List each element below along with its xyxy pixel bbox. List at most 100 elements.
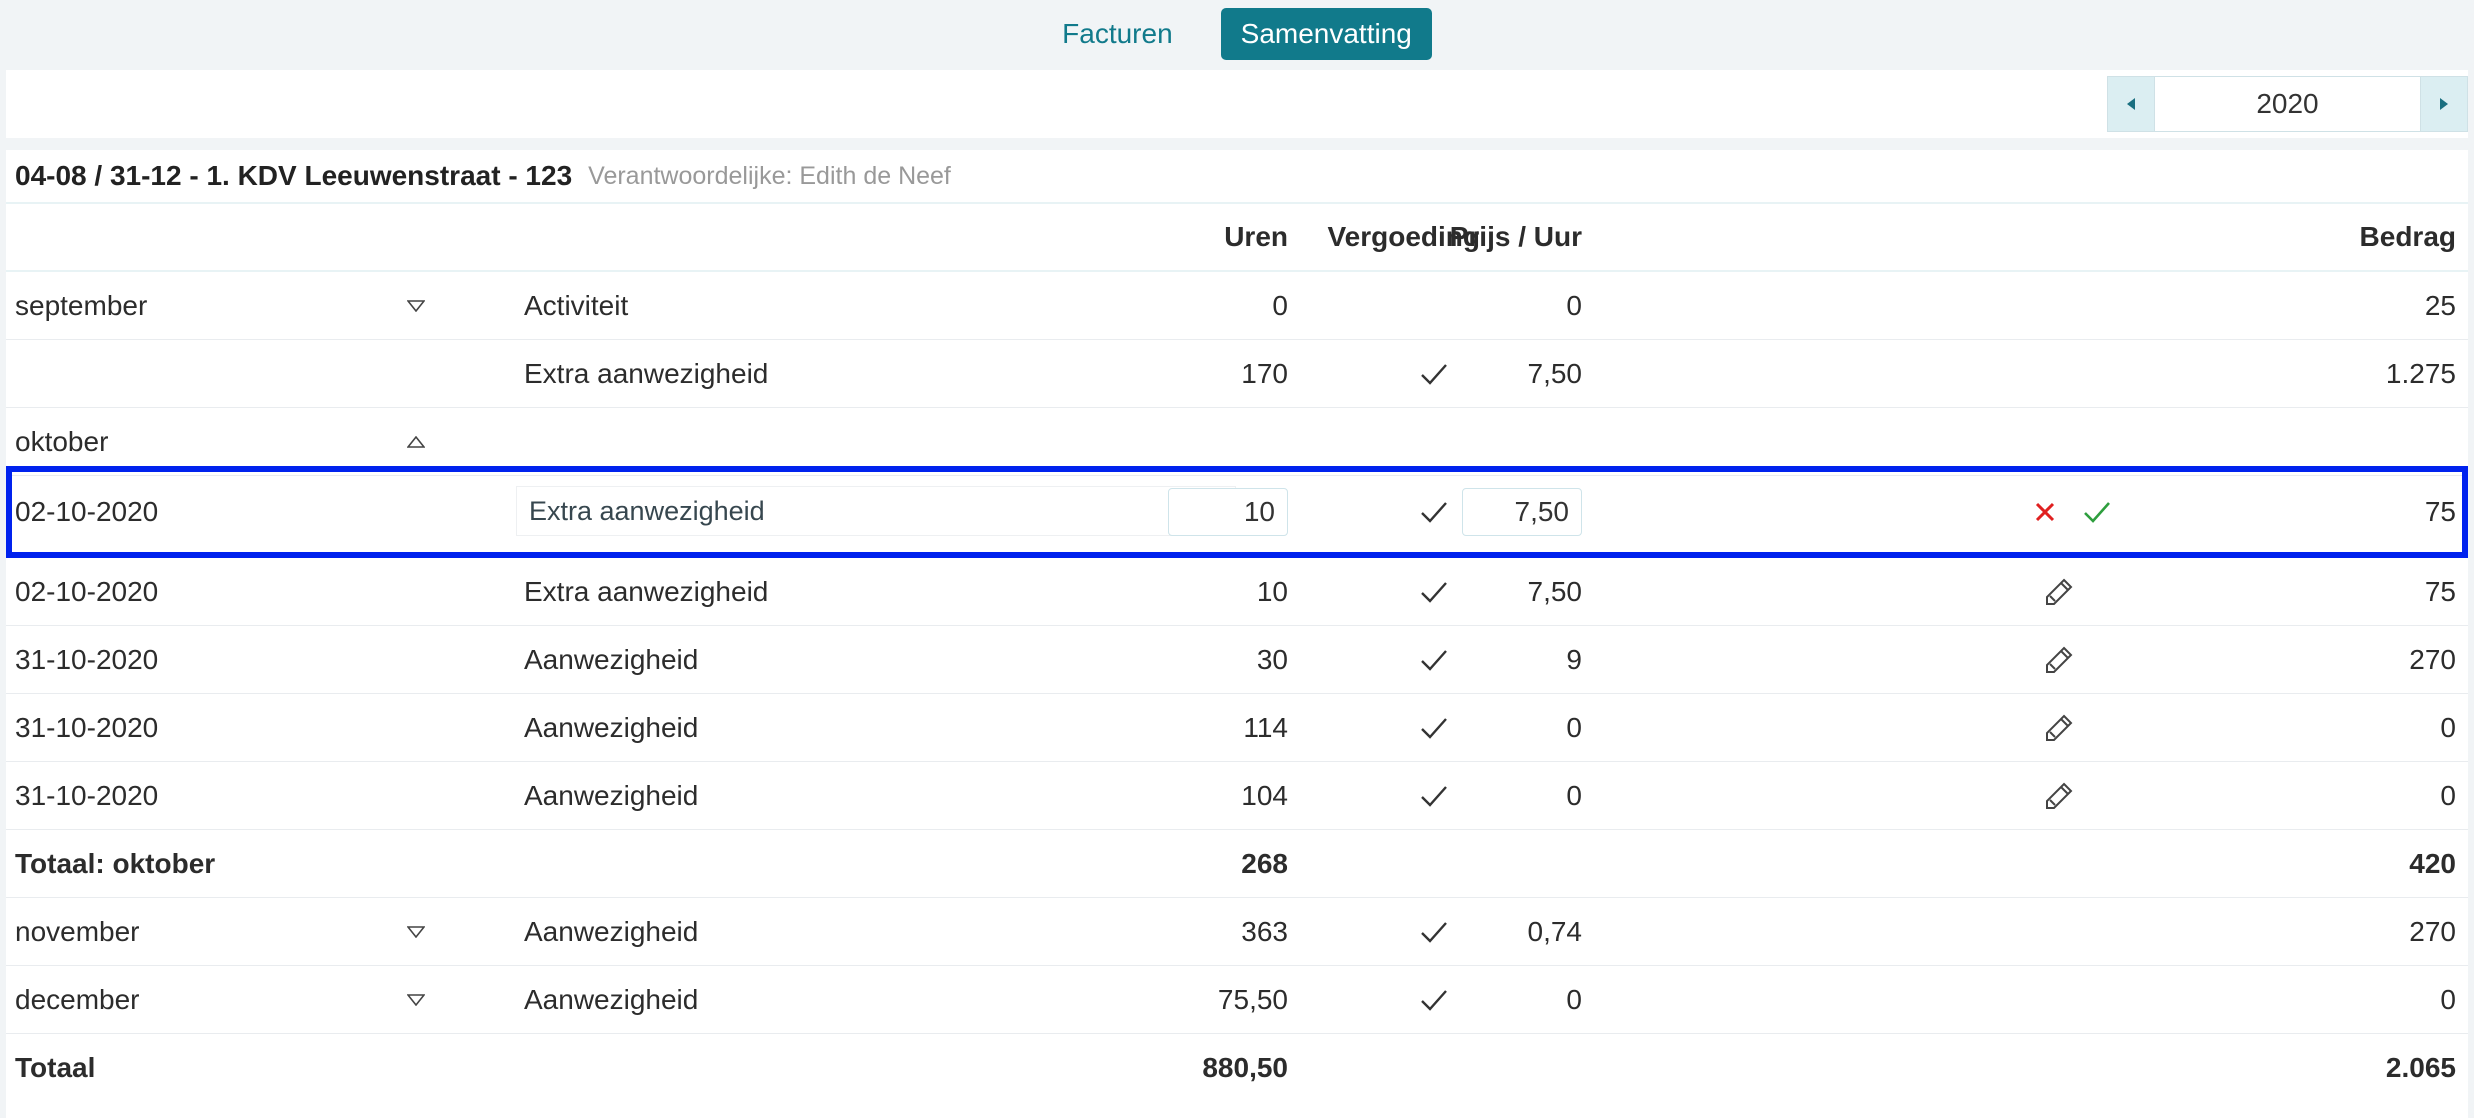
check-icon [1421,649,1447,671]
check-icon [1421,921,1447,943]
prijs-cell: 0 [1566,289,1582,321]
type-cell: Activiteit [524,289,629,321]
collapse-toggle[interactable] [396,408,436,475]
view-tabs: Facturen Samenvatting [0,0,2474,68]
check-icon [1421,581,1447,603]
type-select-value: Extra aanwezigheid [529,495,765,526]
cancel-button[interactable] [2034,501,2056,523]
chevron-up-icon [407,435,425,448]
pencil-icon [2046,714,2073,741]
table-row: 31-10-2020 Aanwezigheid 30 9 270 [6,626,2468,694]
date-cell: 31-10-2020 [15,643,159,675]
check-icon [1421,989,1447,1011]
month-label: september [15,289,148,321]
year-picker: 2020 [2107,76,2468,132]
type-select[interactable]: Extra aanwezigheid [516,486,1236,536]
type-cell: Extra aanwezigheid [524,575,769,607]
expand-toggle[interactable] [396,272,436,339]
edit-button[interactable] [2044,626,2074,693]
close-icon [2035,502,2055,522]
date-cell: 02-10-2020 [15,575,159,607]
uren-cell: 880,50 [1202,1052,1288,1083]
year-value[interactable]: 2020 [2154,77,2421,131]
confirm-button[interactable] [2082,500,2112,524]
bedrag-cell: 270 [2409,915,2456,947]
expand-toggle[interactable] [396,966,436,1033]
prijs-input[interactable] [1462,488,1582,536]
table-row: Extra aanwezigheid 170 7,50 1.275 [6,340,2468,408]
table-row: 31-10-2020 Aanwezigheid 114 0 0 [6,694,2468,762]
vergoeding-cell [1386,898,1482,965]
total-row: Totaal 880,50 2.065 [6,1034,2468,1102]
table-row: 31-10-2020 Aanwezigheid 104 0 0 [6,762,2468,830]
check-icon [1421,363,1447,385]
chevron-down-icon [407,925,425,938]
bedrag-cell: 270 [2409,643,2456,675]
editing-row: 02-10-2020 Extra aanwezigheid 75 [6,466,2468,558]
type-cell: Aanwezigheid [524,915,699,947]
subtotal-row: Totaal: oktober 268 420 [6,830,2468,898]
month-label: oktober [15,425,109,457]
panel-header: 04-08 / 31-12 - 1. KDV Leeuwenstraat - 1… [6,150,2468,204]
bedrag-cell: 0 [2440,711,2456,743]
type-cell: Aanwezigheid [524,711,699,743]
month-label: december [15,983,140,1015]
check-icon [1421,502,1447,523]
table-header-row: Vergoeding Uren Prijs / Uur Bedrag [6,204,2468,272]
uren-cell: 75,50 [1217,983,1288,1015]
edit-button[interactable] [2044,762,2074,829]
check-icon [2084,502,2110,523]
table-row: september Activiteit 0 0 25 [6,272,2468,340]
bedrag-cell: 2.065 [2385,1052,2456,1083]
type-cell: Aanwezigheid [524,779,699,811]
edit-button[interactable] [2044,558,2074,625]
bedrag-cell: 75 [2424,496,2456,527]
table-row: 02-10-2020 Extra aanwezigheid 10 7,50 75 [6,558,2468,626]
bedrag-cell: 25 [2424,289,2456,321]
tab-facturen[interactable]: Facturen [1042,8,1193,60]
uren-cell: 114 [1243,711,1288,743]
previous-year-button[interactable] [2108,77,2154,131]
caret-left-icon [2127,98,2135,110]
bedrag-cell: 420 [2409,847,2456,879]
vergoeding-cell [1386,694,1482,761]
vergoeding-cell [1386,558,1482,625]
date-cell: 02-10-2020 [15,496,159,527]
bedrag-cell: 0 [2440,983,2456,1015]
uren-cell: 30 [1256,643,1288,675]
prijs-cell: 0 [1566,779,1582,811]
date-cell: 31-10-2020 [15,711,159,743]
chevron-down-icon [407,993,425,1006]
type-cell: Aanwezigheid [524,643,699,675]
check-icon [1421,785,1447,807]
type-cell: Extra aanwezigheid [524,357,769,389]
pencil-icon [2046,782,2073,809]
toolbar: 2020 [6,70,2468,138]
date-cell: 31-10-2020 [15,779,159,811]
table-row: december Aanwezigheid 75,50 0 0 [6,966,2468,1034]
prijs-cell: 7,50 [1527,575,1583,607]
caret-right-icon [2440,98,2448,110]
expand-toggle[interactable] [396,898,436,965]
check-icon [1421,717,1447,739]
edit-button[interactable] [2044,694,2074,761]
uren-input[interactable] [1168,488,1288,536]
uren-cell: 268 [1241,847,1288,879]
chevron-down-icon [407,299,425,312]
bedrag-cell: 1.275 [2385,357,2456,389]
prijs-cell: 9 [1566,643,1582,675]
month-label: november [15,915,140,947]
tab-samenvatting[interactable]: Samenvatting [1220,8,1432,60]
table-row: november Aanwezigheid 363 0,74 270 [6,898,2468,966]
prijs-cell: 7,50 [1527,357,1583,389]
pencil-icon [2046,578,2073,605]
next-year-button[interactable] [2421,77,2467,131]
type-cell: Aanwezigheid [524,983,699,1015]
pencil-icon [2046,646,2073,673]
bedrag-cell: 0 [2440,779,2456,811]
prijs-cell: 0 [1566,711,1582,743]
uren-cell: 104 [1241,779,1288,811]
vergoeding-cell [1386,966,1482,1033]
column-header-bedrag: Bedrag [2359,221,2456,252]
column-header-prijs: Prijs / Uur [1449,221,1582,252]
